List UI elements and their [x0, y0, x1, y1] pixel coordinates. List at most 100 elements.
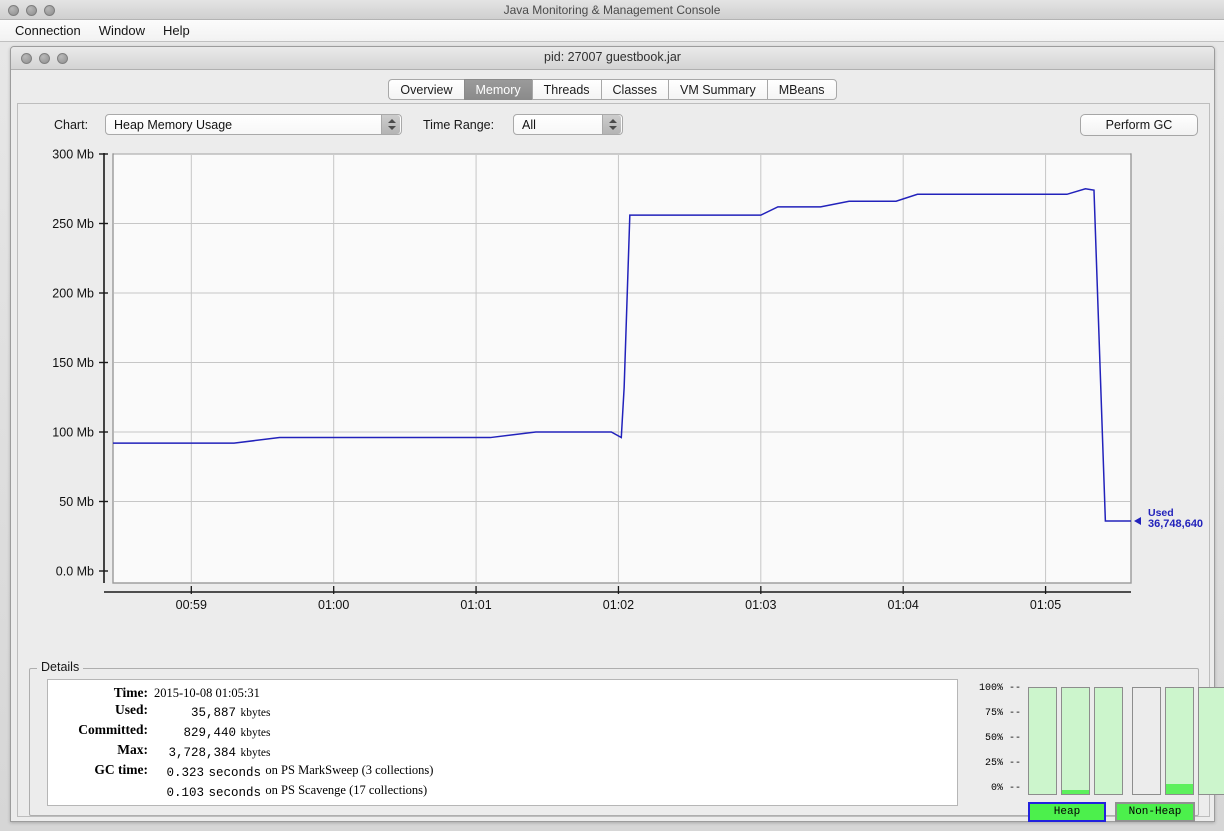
pool-axis-0: 0% -- — [990, 783, 1021, 794]
time-range-value: All — [522, 117, 536, 132]
details-value-time: 2015-10-08 01:05:31 — [153, 685, 434, 702]
pool-bar-used-fill — [1166, 784, 1193, 794]
details-label-max: Max: — [117, 742, 148, 758]
pool-axis-75: 75% -- — [984, 708, 1021, 719]
details-label-committed: Committed: — [78, 722, 148, 738]
inner-titlebar: pid: 27007 guestbook.jar — [11, 47, 1214, 70]
tab-memory[interactable]: Memory — [463, 79, 532, 100]
pool-bar-heap-1[interactable] — [1028, 687, 1057, 795]
mdi-child-window: pid: 27007 guestbook.jar Overview Memory… — [10, 46, 1224, 822]
details-gc1-number: 0.323 — [166, 766, 204, 781]
pool-bar-used-fill — [1062, 789, 1089, 794]
outer-titlebar: Java Monitoring & Management Console — [0, 0, 1224, 20]
chart-select[interactable]: Heap Memory Usage — [105, 114, 402, 135]
details-value-committed: 829,440 kbytes — [153, 722, 434, 742]
application-window: Java Monitoring & Management Console Con… — [0, 0, 1224, 831]
svg-text:36,748,640: 36,748,640 — [1148, 518, 1203, 530]
svg-text:300 Mb: 300 Mb — [52, 148, 94, 162]
details-gc1-unit: seconds — [208, 766, 261, 781]
details-committed-unit: kbytes — [240, 727, 271, 740]
svg-text:100 Mb: 100 Mb — [52, 426, 94, 440]
details-row-gctime-1: GC time: 0.323 seconds on PS MarkSweep (… — [48, 762, 434, 782]
details-row-committed: Committed: 829,440 kbytes — [48, 722, 434, 742]
details-label-time: Time: — [113, 685, 148, 700]
pool-axis-100: 100% -- — [978, 683, 1021, 694]
pool-axis-25: 25% -- — [984, 758, 1021, 769]
time-range-label: Time Range: — [423, 118, 495, 132]
pool-axis-50: 50% -- — [984, 733, 1021, 744]
details-value-gctime-1: 0.323 seconds on PS MarkSweep (3 collect… — [153, 762, 434, 782]
tab-bar: Overview Memory Threads Classes VM Summa… — [11, 70, 1214, 100]
svg-text:01:01: 01:01 — [460, 598, 491, 612]
pool-bar-nonheap-4[interactable] — [1132, 687, 1161, 795]
menu-connection[interactable]: Connection — [6, 21, 90, 40]
details-legend-label: Details — [37, 660, 84, 674]
tab-threads[interactable]: Threads — [531, 79, 601, 100]
tab-vm-summary[interactable]: VM Summary — [668, 79, 767, 100]
details-used-number: 35,887 — [190, 706, 236, 721]
memory-panel: Chart: Heap Memory Usage Time Range: All… — [17, 103, 1224, 822]
tab-classes[interactable]: Classes — [600, 79, 668, 100]
svg-text:250 Mb: 250 Mb — [52, 217, 94, 231]
details-max-unit: kbytes — [240, 747, 271, 760]
perform-gc-button[interactable]: Perform GC — [1080, 114, 1198, 136]
details-row-max: Max: 3,728,384 kbytes — [48, 742, 434, 762]
details-committed-number: 829,440 — [183, 726, 236, 741]
menu-window[interactable]: Window — [90, 21, 154, 40]
chart-canvas: 300 Mb 250 Mb 200 Mb 150 Mb 100 Mb 50 Mb 0.0 M… — [52, 148, 1203, 613]
svg-text:200 Mb: 200 Mb — [52, 287, 94, 301]
pool-bar-heap-3[interactable] — [1094, 687, 1123, 795]
details-value-gctime-2: 0.103 seconds on PS Scavenge (17 collect… — [153, 782, 434, 802]
chart-controls: Chart: Heap Memory Usage Time Range: All… — [18, 108, 1209, 144]
time-range-select[interactable]: All — [513, 114, 623, 135]
details-row-gctime-2: 0.103 seconds on PS Scavenge (17 collect… — [48, 782, 434, 802]
inner-window-title: pid: 27007 guestbook.jar — [544, 50, 681, 64]
details-max-number: 3,728,384 — [168, 746, 236, 761]
menubar: Connection Window Help — [0, 20, 1224, 42]
svg-text:01:04: 01:04 — [888, 598, 919, 612]
svg-text:01:00: 01:00 — [318, 598, 349, 612]
memory-pool-bars: 100% -- 75% -- 50% -- 25% -- 0% -- Heap … — [975, 675, 1224, 822]
details-used-unit: kbytes — [240, 707, 271, 720]
chart-select-value: Heap Memory Usage — [114, 117, 233, 132]
pool-button-non-heap[interactable]: Non-Heap — [1115, 802, 1195, 822]
details-gc1-text: on PS MarkSweep (3 collections) — [265, 763, 434, 778]
details-label-used: Used: — [115, 702, 148, 718]
details-gc2-unit: seconds — [208, 786, 261, 801]
pool-bar-capacity-fill — [1062, 688, 1089, 794]
details-value-max: 3,728,384 kbytes — [153, 742, 434, 762]
pool-bar-capacity-fill — [1199, 688, 1224, 794]
svg-text:01:03: 01:03 — [745, 598, 776, 612]
svg-text:00:59: 00:59 — [176, 598, 207, 612]
details-group: Details Time: 2015-10-08 01:05:31 Used: — [29, 660, 1224, 822]
menu-help[interactable]: Help — [154, 21, 199, 40]
pool-button-heap[interactable]: Heap — [1028, 802, 1106, 822]
details-gc2-number: 0.103 — [166, 786, 204, 801]
svg-text:50 Mb: 50 Mb — [59, 495, 94, 509]
pool-bar-capacity-fill — [1029, 688, 1056, 794]
details-label-gctime-blank — [48, 782, 153, 802]
details-time-text: 2015-10-08 01:05:31 — [154, 686, 260, 700]
svg-text:150 Mb: 150 Mb — [52, 356, 94, 370]
details-row-time: Time: 2015-10-08 01:05:31 — [48, 685, 434, 702]
pool-bar-capacity-fill — [1095, 688, 1122, 794]
memory-usage-chart[interactable]: 300 Mb 250 Mb 200 Mb 150 Mb 100 Mb 50 Mb 0.0 M… — [18, 146, 1211, 666]
details-row-used: Used: 35,887 kbytes — [48, 702, 434, 722]
svg-text:01:05: 01:05 — [1030, 598, 1061, 612]
chart-select-label: Chart: — [54, 118, 89, 132]
svg-text:01:02: 01:02 — [603, 598, 634, 612]
pool-bar-nonheap-6[interactable] — [1198, 687, 1224, 795]
details-table: Time: 2015-10-08 01:05:31 Used: 35,887 k… — [48, 685, 434, 802]
tab-mbeans[interactable]: MBeans — [766, 79, 837, 100]
details-label-gctime: GC time: — [94, 762, 148, 778]
chevron-updown-icon — [381, 115, 400, 134]
outer-window-title: Java Monitoring & Management Console — [503, 3, 721, 17]
svg-text:0.0 Mb: 0.0 Mb — [56, 565, 94, 579]
details-gc2-text: on PS Scavenge (17 collections) — [265, 783, 428, 798]
tab-overview[interactable]: Overview — [388, 79, 464, 100]
pool-bar-nonheap-5[interactable] — [1165, 687, 1194, 795]
pool-bar-capacity-fill — [1166, 688, 1193, 794]
details-value-used: 35,887 kbytes — [153, 702, 434, 722]
pool-bar-heap-2[interactable] — [1061, 687, 1090, 795]
chevron-updown-icon — [602, 115, 621, 134]
